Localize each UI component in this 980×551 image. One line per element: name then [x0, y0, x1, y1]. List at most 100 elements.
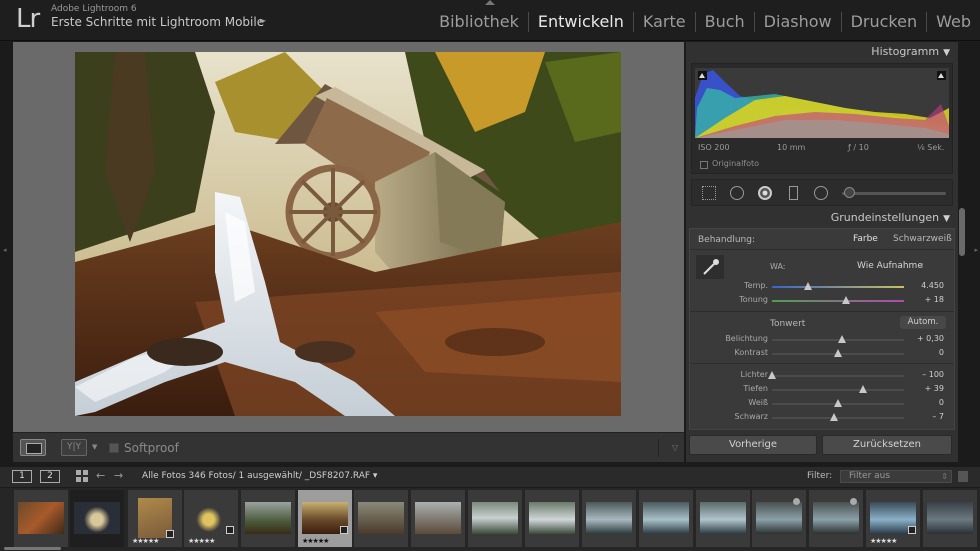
- filmstrip-thumbnail[interactable]: [354, 490, 408, 547]
- toolbar-menu-icon[interactable]: ▽: [658, 439, 678, 457]
- red-eye-icon[interactable]: [758, 186, 772, 200]
- filmstrip-thumbnail[interactable]: [14, 490, 68, 547]
- slider-value[interactable]: 0: [939, 348, 944, 357]
- rating-stars[interactable]: ★★★★★: [132, 537, 159, 545]
- histogram-header[interactable]: Histogramm ▼: [871, 45, 950, 58]
- slider-contrast[interactable]: Kontrast 0: [690, 348, 954, 360]
- collapse-triangle-icon[interactable]: ▼: [943, 214, 950, 224]
- slider-value[interactable]: – 100: [922, 370, 944, 379]
- white-balance-select[interactable]: Wie Aufnahme: [857, 261, 923, 271]
- slider-value[interactable]: + 39: [925, 384, 944, 393]
- slider-temp[interactable]: Temp. 4.450: [690, 281, 954, 293]
- slider-track[interactable]: [772, 300, 904, 302]
- slider-value[interactable]: + 0,30: [917, 334, 944, 343]
- filmstrip-thumbnail[interactable]: ★★★★★: [128, 490, 182, 547]
- collapse-triangle-icon[interactable]: ▼: [943, 48, 950, 58]
- filmstrip-thumbnail[interactable]: [923, 490, 977, 547]
- slider-blacks[interactable]: Schwarz – 7: [690, 412, 954, 424]
- catalog-name[interactable]: Erste Schritte mit Lightroom Mobile: [51, 15, 264, 29]
- filmstrip-thumbnail[interactable]: [468, 490, 522, 547]
- slider-value[interactable]: 4.450: [921, 281, 944, 290]
- treatment-bw-button[interactable]: Schwarzweiß: [893, 234, 952, 244]
- eyedropper-icon[interactable]: [696, 255, 724, 279]
- filmstrip-thumbnail[interactable]: [525, 490, 579, 547]
- crop-overlay-icon[interactable]: [702, 186, 716, 200]
- shadow-clipping-icon[interactable]: [698, 71, 707, 80]
- filmstrip-scrollbar[interactable]: [4, 547, 61, 550]
- reset-button[interactable]: Zurücksetzen: [822, 435, 952, 455]
- before-after-button[interactable]: Y|Y: [61, 439, 87, 456]
- before-after-dropdown-icon[interactable]: ▼: [92, 443, 97, 451]
- slider-highlights[interactable]: Lichter – 100: [690, 370, 954, 382]
- slider-tint[interactable]: Tonung + 18: [690, 295, 954, 307]
- basic-header[interactable]: Grundeinstellungen ▼: [831, 211, 950, 224]
- adjustment-brush-icon[interactable]: [844, 187, 855, 198]
- primary-window-button[interactable]: 1: [12, 470, 32, 483]
- module-print[interactable]: Drucken: [840, 12, 927, 32]
- original-photo-checkbox[interactable]: [700, 161, 708, 169]
- module-slideshow[interactable]: Diashow: [753, 12, 841, 32]
- left-panel-toggle-icon[interactable]: ◂: [3, 246, 7, 254]
- white-balance-dropdown-icon[interactable]: ⇕: [919, 262, 925, 270]
- slider-knob[interactable]: [834, 399, 842, 407]
- radial-filter-icon[interactable]: [814, 186, 828, 200]
- module-map[interactable]: Karte: [632, 12, 695, 32]
- filmstrip-thumbnail[interactable]: ★★★★★: [184, 490, 238, 547]
- right-panel-toggle-icon[interactable]: ▸: [974, 246, 978, 254]
- highlight-clipping-icon[interactable]: [937, 71, 946, 80]
- graduated-filter-icon[interactable]: [789, 186, 798, 200]
- slider-whites[interactable]: Weiß 0: [690, 398, 954, 410]
- filmstrip-thumbnail[interactable]: [582, 490, 636, 547]
- forward-arrow-icon[interactable]: →: [114, 469, 123, 482]
- slider-value[interactable]: – 7: [932, 412, 944, 421]
- slider-knob[interactable]: [837, 335, 846, 343]
- treatment-color-button[interactable]: Farbe: [853, 234, 878, 244]
- filmstrip-thumbnail[interactable]: [752, 490, 806, 547]
- slider-knob[interactable]: [768, 371, 776, 379]
- slider-knob[interactable]: [834, 349, 842, 357]
- right-panel-scrollbar[interactable]: [959, 208, 965, 256]
- main-photo[interactable]: [75, 52, 621, 416]
- slider-knob[interactable]: [841, 296, 850, 304]
- spot-removal-icon[interactable]: [730, 186, 744, 200]
- softproof-checkbox[interactable]: [109, 443, 119, 453]
- filter-lock-icon[interactable]: [958, 471, 968, 482]
- slider-track[interactable]: [772, 375, 904, 377]
- module-library[interactable]: Bibliothek: [430, 12, 528, 32]
- auto-tone-button[interactable]: Autom.: [900, 316, 946, 329]
- module-web[interactable]: Web: [926, 12, 980, 32]
- filmstrip-thumbnail[interactable]: [70, 490, 124, 547]
- filmstrip-thumbnail[interactable]: [639, 490, 693, 547]
- filmstrip-thumbnail[interactable]: [411, 490, 465, 547]
- grid-view-icon[interactable]: [76, 470, 88, 482]
- slider-value[interactable]: + 18: [925, 295, 944, 304]
- filmstrip-thumbnail-selected[interactable]: ★★★★★: [298, 490, 352, 547]
- histogram-graph[interactable]: [695, 68, 949, 138]
- filmstrip-thumbnail[interactable]: [696, 490, 750, 547]
- filmstrip-source[interactable]: Alle Fotos 346 Fotos/ 1 ausgewählt/ _DSF…: [142, 471, 377, 481]
- slider-exposure[interactable]: Belichtung + 0,30: [690, 334, 954, 346]
- rating-stars[interactable]: ★★★★★: [302, 537, 329, 545]
- loupe-view[interactable]: [13, 42, 684, 432]
- slider-knob[interactable]: [803, 282, 812, 290]
- loupe-view-button[interactable]: [20, 439, 46, 456]
- rating-stars[interactable]: ★★★★★: [188, 537, 215, 545]
- filmstrip-thumbnail[interactable]: [809, 490, 863, 547]
- slider-track[interactable]: [772, 389, 904, 391]
- filmstrip-thumbnail[interactable]: [241, 490, 295, 547]
- slider-knob[interactable]: [859, 385, 868, 393]
- rating-stars[interactable]: ★★★★★: [870, 537, 897, 545]
- brush-slider-track[interactable]: [842, 192, 946, 195]
- secondary-window-button[interactable]: 2: [40, 470, 60, 483]
- slider-value[interactable]: 0: [939, 398, 944, 407]
- slider-knob[interactable]: [830, 413, 839, 421]
- filmstrip-thumbnail[interactable]: ★★★★★: [866, 490, 920, 547]
- previous-button[interactable]: Vorherige: [689, 435, 817, 455]
- catalog-arrow-icon[interactable]: ►: [260, 16, 266, 25]
- top-panel-toggle-icon[interactable]: [485, 0, 495, 5]
- slider-track[interactable]: [772, 286, 904, 288]
- slider-shadows[interactable]: Tiefen + 39: [690, 384, 954, 396]
- module-develop[interactable]: Entwickeln: [527, 12, 633, 32]
- back-arrow-icon[interactable]: ←: [96, 469, 105, 482]
- module-book[interactable]: Buch: [694, 12, 754, 32]
